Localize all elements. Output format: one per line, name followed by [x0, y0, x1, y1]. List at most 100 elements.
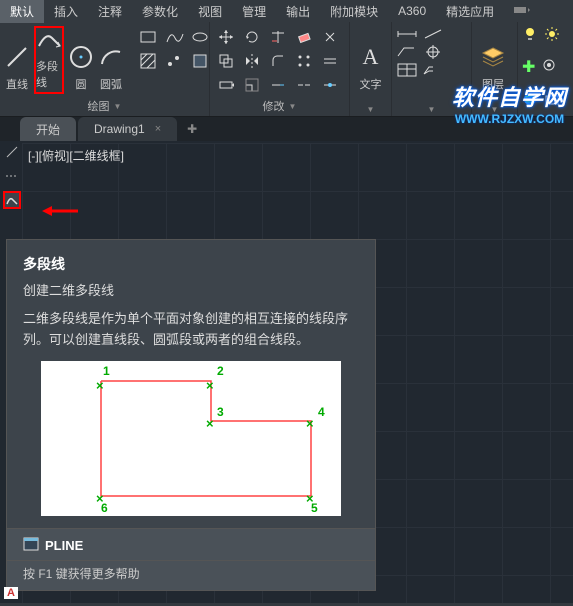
circle-icon: [68, 44, 94, 70]
rotate-icon[interactable]: [240, 26, 264, 48]
tooltip-help: 按 F1 键获得更多帮助: [7, 560, 375, 590]
settings-icon[interactable]: [541, 57, 557, 73]
earth-icon[interactable]: [522, 91, 538, 107]
text-label: 文字: [360, 76, 382, 92]
circle-button[interactable]: 圆: [68, 26, 94, 94]
menu-tab-output[interactable]: 输出: [276, 0, 320, 23]
panel-draw: 直线 多段线 圆 圆弧 绘图▼: [0, 22, 210, 116]
viewport-label[interactable]: [-][俯视][二维线框]: [28, 147, 124, 164]
camera-icon[interactable]: [544, 91, 560, 107]
menu-tab-view[interactable]: 视图: [188, 0, 232, 23]
menu-tab-featured[interactable]: 精选应用: [436, 0, 504, 23]
menu-bar: 默认 插入 注释 参数化 视图 管理 输出 附加模块 A360 精选应用: [0, 0, 573, 22]
leader-icon[interactable]: [396, 44, 418, 60]
menu-tab-insert[interactable]: 插入: [44, 0, 88, 23]
panel-layers: 图层 ▼: [472, 22, 518, 116]
panel-modify: 修改▼: [210, 22, 350, 116]
chevron-down-icon[interactable]: ▼: [476, 103, 513, 116]
text-icon: A: [358, 44, 384, 70]
menu-tab-default[interactable]: 默认: [0, 0, 44, 23]
mleader-icon[interactable]: [422, 62, 444, 78]
point-icon[interactable]: [162, 50, 186, 72]
explode-icon[interactable]: [318, 26, 342, 48]
ellipse-icon[interactable]: [188, 26, 212, 48]
line-button[interactable]: 直线: [4, 26, 30, 94]
arc-label: 圆弧: [100, 76, 122, 92]
circle-label: 圆: [76, 76, 87, 92]
extend-icon[interactable]: [266, 74, 290, 96]
tooltip-command: PLINE: [7, 528, 375, 560]
stretch-icon[interactable]: [214, 74, 238, 96]
offset-icon[interactable]: [318, 50, 342, 72]
chevron-down-icon[interactable]: ▼: [396, 103, 467, 116]
tooltip-diagram: ×1 ×2 ×3 ×4 ×5 ×6: [41, 361, 341, 516]
linear-dim-icon[interactable]: [396, 26, 418, 42]
drawing-canvas[interactable]: [-][俯视][二维线框] 多段线 创建二维多段线 二维多段线是作为单个平面对象…: [0, 141, 573, 603]
polyline-button[interactable]: 多段线: [34, 26, 64, 94]
plus-icon[interactable]: ✚: [522, 57, 535, 77]
tooltip-description: 二维多段线是作为单个平面对象创建的相互连接的线段序列。可以创建直线段、圆弧段或两…: [23, 309, 359, 351]
menu-overflow[interactable]: [504, 1, 540, 21]
ribbon: 直线 多段线 圆 圆弧 绘图▼: [0, 22, 573, 117]
copy-icon[interactable]: [214, 50, 238, 72]
polyline-label: 多段线: [36, 58, 62, 90]
layers-button[interactable]: 图层: [476, 26, 510, 94]
polyline-icon: [36, 26, 62, 52]
break-icon[interactable]: [292, 74, 316, 96]
menu-tab-annotate[interactable]: 注释: [88, 0, 132, 23]
move-icon[interactable]: [214, 26, 238, 48]
layers-icon: [480, 44, 506, 70]
panel-text: A 文字 ▼: [350, 22, 392, 116]
hatch-icon[interactable]: [136, 50, 160, 72]
fillet-icon[interactable]: [266, 50, 290, 72]
line-icon: [4, 44, 30, 70]
tab-add[interactable]: ✚: [179, 117, 205, 141]
trim-icon[interactable]: [266, 26, 290, 48]
line-label: 直线: [6, 76, 28, 92]
draw-small-tools: [136, 26, 212, 72]
nav-line-icon[interactable]: [3, 143, 21, 161]
panel-dimension: ▼: [392, 22, 472, 116]
array-icon[interactable]: [292, 50, 316, 72]
arc-icon: [98, 44, 124, 70]
spline-icon[interactable]: [162, 26, 186, 48]
nav-construction-icon[interactable]: [3, 167, 21, 185]
arc-button[interactable]: 圆弧: [98, 26, 124, 94]
table-icon[interactable]: [396, 62, 418, 78]
mirror-icon[interactable]: [240, 50, 264, 72]
rectangle-icon[interactable]: [136, 26, 160, 48]
nav-polyline-icon[interactable]: [3, 191, 21, 209]
tooltip-title: 多段线: [23, 254, 359, 274]
text-button[interactable]: A 文字: [354, 26, 387, 94]
chevron-down-icon: ▼: [114, 102, 122, 111]
aligned-dim-icon[interactable]: [422, 26, 444, 42]
centermark-icon[interactable]: [422, 44, 444, 60]
erase-icon[interactable]: [292, 26, 316, 48]
layers-label: 图层: [482, 76, 504, 92]
panel-draw-title[interactable]: 绘图▼: [4, 96, 205, 116]
tooltip-subtitle: 创建二维多段线: [23, 280, 359, 299]
light-icon[interactable]: [522, 26, 538, 42]
command-window-icon: [23, 537, 39, 554]
chevron-down-icon: ▼: [289, 102, 297, 111]
tab-start[interactable]: 开始: [20, 117, 76, 141]
region-icon[interactable]: [188, 50, 212, 72]
scale-icon[interactable]: [240, 74, 264, 96]
tab-drawing1[interactable]: Drawing1×: [78, 117, 177, 141]
nav-tool-column: [2, 143, 22, 209]
menu-tab-a360[interactable]: A360: [388, 1, 436, 21]
document-tabs: 开始 Drawing1× ✚: [0, 117, 573, 141]
status-indicator: A: [4, 587, 18, 599]
menu-tab-addins[interactable]: 附加模块: [320, 0, 388, 23]
sun-icon[interactable]: [544, 26, 560, 42]
join-icon[interactable]: [318, 74, 342, 96]
menu-tab-parametric[interactable]: 参数化: [132, 0, 188, 23]
panel-modify-title[interactable]: 修改▼: [214, 96, 345, 116]
menu-tab-manage[interactable]: 管理: [232, 0, 276, 23]
tooltip-polyline: 多段线 创建二维多段线 二维多段线是作为单个平面对象创建的相互连接的线段序列。可…: [6, 239, 376, 591]
panel-misc: ✚: [518, 22, 573, 116]
annotation-arrow: [40, 203, 80, 219]
close-icon[interactable]: ×: [155, 123, 161, 135]
text-indicator-icon: A: [4, 587, 18, 599]
chevron-down-icon[interactable]: ▼: [354, 103, 387, 116]
